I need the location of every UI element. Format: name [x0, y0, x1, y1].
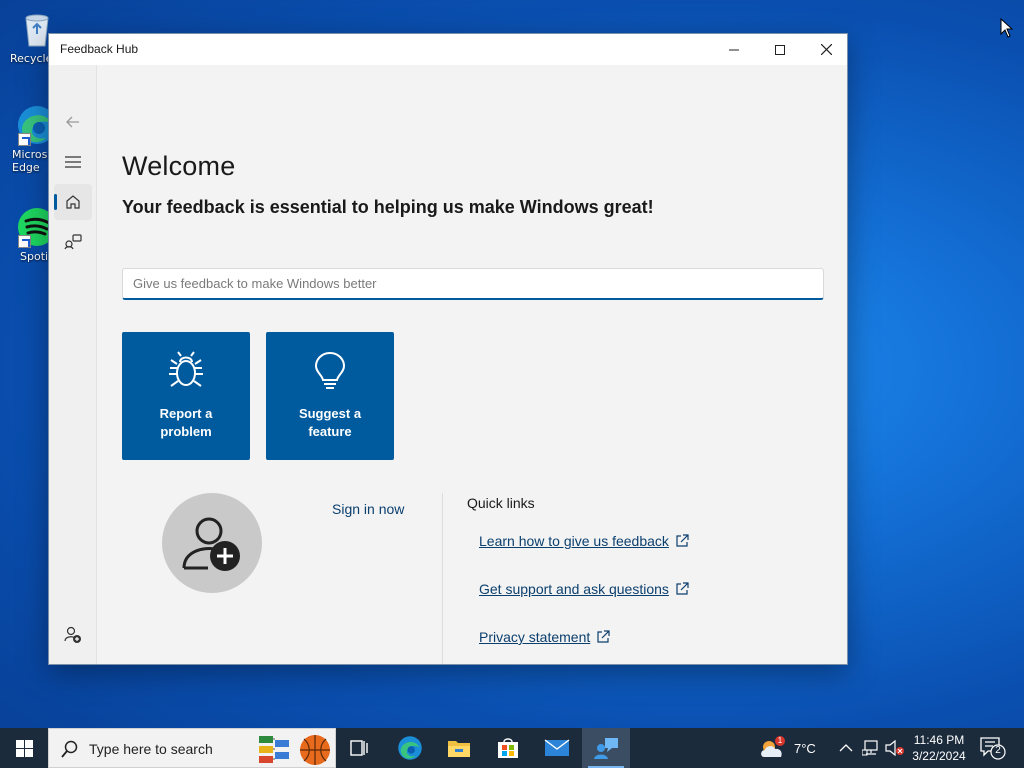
quick-link-get-support[interactable]: Get support and ask questions: [479, 581, 689, 597]
maximize-button[interactable]: [757, 34, 803, 65]
feedback-icon: [64, 234, 82, 250]
task-view-button[interactable]: [336, 728, 384, 768]
quick-link-privacy[interactable]: Privacy statement: [479, 629, 610, 645]
quick-link-label: Learn how to give us feedback: [479, 533, 669, 549]
feedback-hub-window: Feedback Hub Welcome Your feedback is es…: [48, 33, 848, 665]
avatar[interactable]: [162, 493, 262, 593]
nav-home[interactable]: [54, 184, 92, 220]
feedback-search-input[interactable]: [122, 268, 824, 300]
mail-icon: [544, 739, 570, 756]
clock-date: 3/22/2024: [912, 749, 966, 763]
tile-label-line: Report a: [159, 406, 213, 421]
report-problem-button[interactable]: Report a problem: [122, 332, 250, 460]
add-account-button[interactable]: [54, 617, 92, 653]
tile-label-line: problem: [160, 424, 212, 439]
feedback-hub-icon: [594, 738, 618, 759]
weather-widget[interactable]: 1 7°C: [758, 728, 816, 768]
home-icon: [66, 195, 80, 209]
mouse-cursor-icon: [1000, 17, 1014, 42]
task-view-icon: [350, 740, 368, 756]
start-button[interactable]: [0, 728, 48, 768]
taskbar-mail[interactable]: [533, 728, 581, 768]
shortcut-arrow-icon: [18, 133, 31, 146]
quick-link-label: Get support and ask questions: [479, 581, 669, 597]
menu-button[interactable]: [54, 144, 92, 180]
file-explorer-icon: [448, 741, 470, 757]
taskbar-store[interactable]: [484, 728, 532, 768]
taskbar-edge[interactable]: [386, 728, 434, 768]
weather-temperature: 7°C: [794, 740, 816, 756]
edge-icon: [398, 736, 422, 760]
suggest-feature-button[interactable]: Suggest a feature: [266, 332, 394, 460]
page-title: Welcome: [122, 151, 236, 181]
network-icon: [862, 740, 878, 756]
minimize-icon: [729, 49, 739, 50]
network-button[interactable]: [862, 728, 880, 768]
minimize-button[interactable]: [711, 34, 757, 65]
taskbar: Type here to search 1 7°C 11:46 PM 3/22/…: [0, 728, 1024, 768]
external-link-icon: [676, 534, 689, 547]
taskbar-search-box[interactable]: Type here to search: [48, 728, 336, 768]
shortcut-arrow-icon: [18, 235, 31, 248]
quick-link-learn-feedback[interactable]: Learn how to give us feedback: [479, 533, 689, 549]
search-highlight-icon: [259, 735, 330, 765]
navigation-rail: [49, 65, 97, 664]
add-person-icon: [64, 626, 81, 643]
volume-button[interactable]: [885, 728, 905, 768]
main-content: Welcome Your feedback is essential to he…: [98, 65, 847, 664]
add-person-icon: [182, 517, 240, 571]
volume-muted-icon: [885, 740, 904, 756]
taskbar-file-explorer[interactable]: [435, 728, 483, 768]
taskbar-clock[interactable]: 11:46 PM 3/22/2024: [906, 732, 972, 764]
bug-icon: [169, 351, 203, 387]
lightbulb-icon: [314, 351, 346, 389]
show-hidden-icons-button[interactable]: [839, 728, 853, 768]
taskbar-feedback-hub[interactable]: [582, 728, 630, 768]
settings-button[interactable]: [54, 656, 92, 664]
quick-link-label: Privacy statement: [479, 629, 591, 645]
quick-links-heading: Quick links: [467, 495, 535, 511]
clock-time: 11:46 PM: [913, 733, 965, 747]
search-icon: [61, 740, 78, 758]
store-icon: [498, 738, 518, 758]
notification-count: 2: [995, 745, 1001, 756]
close-icon: [820, 44, 832, 55]
close-button[interactable]: [803, 34, 847, 65]
maximize-icon: [775, 44, 785, 55]
back-arrow-icon: [66, 116, 79, 128]
title-bar[interactable]: Feedback Hub: [49, 34, 847, 65]
external-link-icon: [676, 582, 689, 595]
sign-in-link[interactable]: Sign in now: [332, 501, 404, 517]
nav-feedback[interactable]: [54, 224, 92, 260]
chevron-up-icon: [839, 744, 853, 752]
page-subtitle: Your feedback is essential to helping us…: [122, 197, 654, 217]
search-placeholder: Type here to search: [89, 741, 213, 757]
tile-label-line: Suggest a: [298, 406, 362, 421]
notification-center-button[interactable]: 2: [980, 736, 1006, 760]
section-divider: [442, 493, 443, 664]
hamburger-icon: [65, 156, 81, 168]
tile-label-line: feature: [308, 424, 352, 439]
windows-logo-icon: [15, 739, 33, 757]
weather-alert-badge: 1: [777, 736, 783, 745]
back-button[interactable]: [54, 104, 92, 140]
external-link-icon: [597, 630, 610, 643]
window-title: Feedback Hub: [60, 42, 139, 56]
